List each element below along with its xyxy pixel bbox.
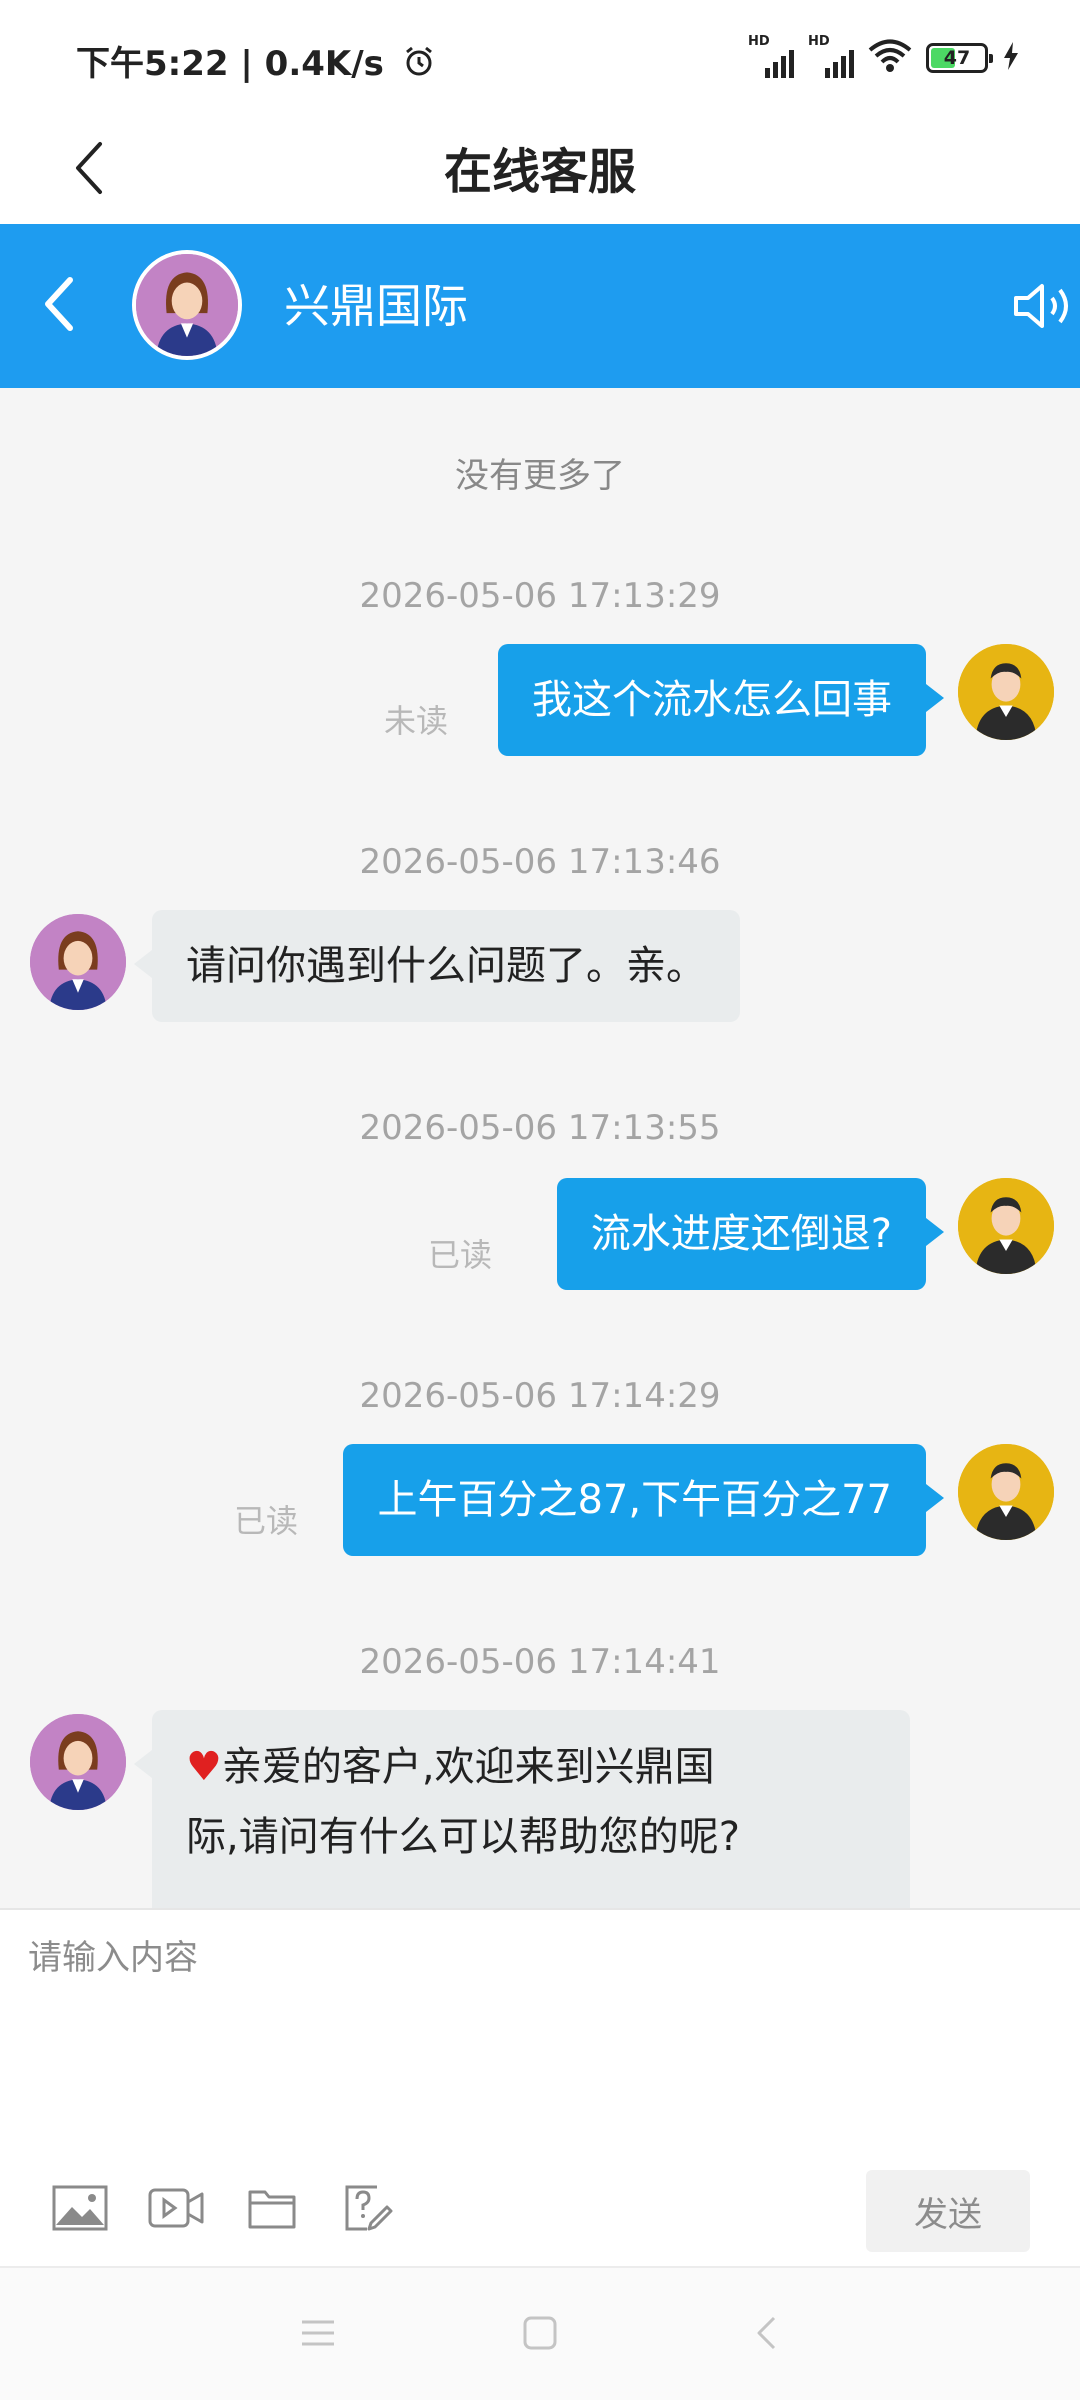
- charging-bolt-icon: [1002, 41, 1020, 75]
- back-arrow-icon: [40, 274, 80, 338]
- system-back-button[interactable]: [736, 2308, 796, 2362]
- message-bubble-outgoing[interactable]: 上午百分之87,下午百分之77: [343, 1444, 944, 1556]
- composer: 发送: [0, 1908, 1080, 2266]
- message-timestamp: 2026-05-06 17:13:46: [359, 842, 721, 882]
- message-timestamp: 2026-05-06 17:13:55: [359, 1108, 721, 1148]
- image-icon: [52, 2185, 108, 2235]
- folder-icon: [247, 2186, 297, 2234]
- user-avatar: [958, 1444, 1054, 1540]
- alarm-clock-icon: [402, 44, 436, 87]
- message-bubble-incoming[interactable]: 请问你遇到什么问题了。亲。: [134, 910, 740, 1022]
- speaker-icon: [1010, 284, 1080, 340]
- message-timestamp: 2026-05-06 17:14:41: [359, 1642, 721, 1682]
- chat-back-button[interactable]: [20, 266, 100, 346]
- status-bar: 下午5:22 | 0.4K/s HD HD 47: [0, 0, 1080, 120]
- speaker-button[interactable]: [1010, 276, 1080, 336]
- message-input[interactable]: [28, 1930, 1048, 2130]
- hd-label: HD: [808, 34, 830, 49]
- agent-avatar: [30, 914, 126, 1010]
- battery-level: 47: [943, 47, 971, 69]
- status-icons: HD HD 47: [748, 34, 1020, 80]
- heart-icon: ♥: [186, 1744, 222, 1790]
- wifi-icon: [868, 39, 912, 77]
- page-title: 在线客服: [443, 144, 636, 200]
- recent-apps-button[interactable]: [288, 2308, 348, 2362]
- home-button[interactable]: [510, 2308, 570, 2362]
- signal-icon: HD: [748, 34, 794, 78]
- message-bubble-outgoing[interactable]: 我这个流水怎么回事: [498, 644, 944, 756]
- message-list[interactable]: 没有更多了 2026-05-06 17:13:29 未读 我这个流水怎么回事 2…: [0, 388, 1080, 1908]
- chat-header: 兴鼎国际: [0, 224, 1080, 388]
- app-nav-bar: 在线客服: [0, 120, 1080, 224]
- send-button[interactable]: 发送: [866, 2170, 1030, 2252]
- system-nav-bar: [0, 2266, 1080, 2400]
- hd-label: HD: [748, 34, 770, 49]
- user-avatar: [958, 1178, 1054, 1274]
- agent-avatar: [132, 250, 242, 360]
- back-chevron-icon: [754, 2315, 778, 2355]
- message-text: 我这个流水怎么回事: [532, 677, 892, 723]
- status-time-text: 下午5:22 | 0.4K/s: [76, 44, 384, 84]
- no-more-label: 没有更多了: [455, 456, 625, 496]
- message-bubble-outgoing[interactable]: 流水进度还倒退?: [556, 1178, 945, 1290]
- agent-avatar: [30, 1714, 126, 1810]
- chat-screen: 下午5:22 | 0.4K/s HD HD 47 在线客服 兴鼎国际 没有更多了…: [0, 0, 1080, 2400]
- message-line: ♥亲爱的客户,欢迎来到兴鼎国: [186, 1732, 876, 1802]
- message-text: 上午百分之87,下午百分之77: [377, 1477, 892, 1523]
- status-time: 下午5:22 | 0.4K/s: [76, 36, 436, 87]
- read-status: 已读: [234, 1502, 299, 1540]
- composer-toolbar: [52, 2182, 396, 2238]
- folder-button[interactable]: [244, 2182, 300, 2238]
- message-timestamp: 2026-05-06 17:14:29: [359, 1376, 721, 1416]
- signal-icon: HD: [808, 34, 854, 78]
- read-status: 已读: [428, 1236, 493, 1274]
- home-square-icon: [522, 2315, 558, 2355]
- user-avatar: [958, 644, 1054, 740]
- image-button[interactable]: [52, 2182, 108, 2238]
- question-edit-icon: [343, 2183, 393, 2237]
- battery-indicator: 47: [926, 43, 993, 73]
- video-icon: [148, 2186, 204, 2234]
- message-text: 亲爱的客户,欢迎来到兴鼎国: [221, 1744, 715, 1790]
- message-timestamp: 2026-05-06 17:13:29: [359, 576, 721, 616]
- message-text: 际,请问有什么可以帮助您的呢?: [186, 1814, 740, 1860]
- read-status: 未读: [384, 702, 449, 740]
- message-text: 流水进度还倒退?: [590, 1211, 892, 1257]
- menu-icon: [300, 2318, 336, 2352]
- faq-button[interactable]: [340, 2182, 396, 2238]
- chat-title: 兴鼎国际: [284, 279, 468, 333]
- video-button[interactable]: [148, 2182, 204, 2238]
- message-bubble-incoming[interactable]: ♥亲爱的客户,欢迎来到兴鼎国 际,请问有什么可以帮助您的呢?: [134, 1710, 910, 1908]
- message-text: 请问你遇到什么问题了。亲。: [186, 943, 706, 989]
